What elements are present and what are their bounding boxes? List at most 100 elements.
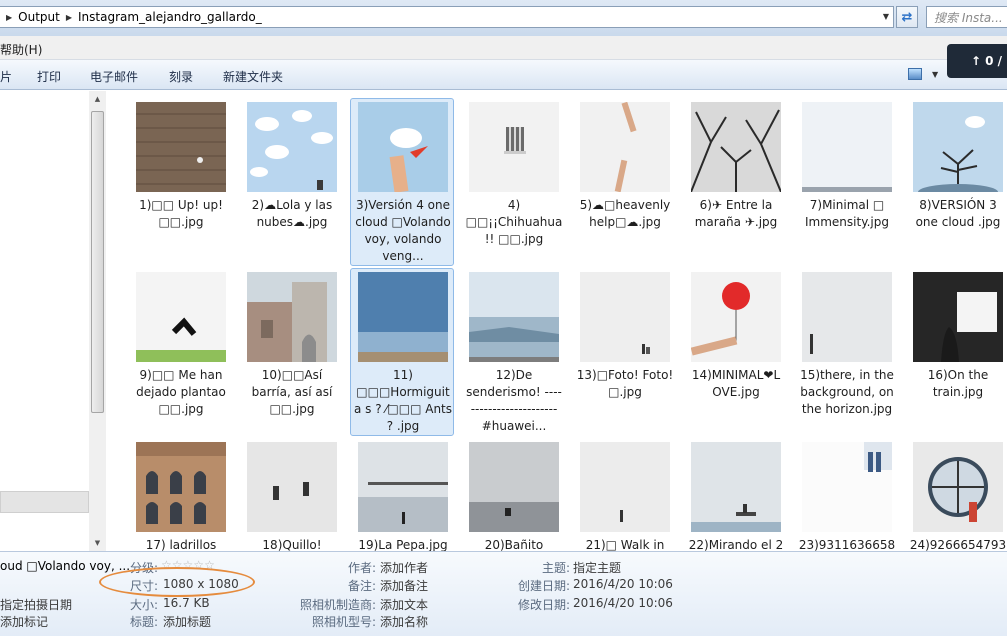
file-name[interactable]: 6)✈ Entre la maraña ✈.jpg <box>686 197 786 231</box>
image-thumbnail[interactable] <box>580 442 670 532</box>
breadcrumb-separator-icon[interactable]: ▶ <box>60 13 78 22</box>
address-history-dropdown-icon[interactable]: ▼ <box>883 12 889 21</box>
image-thumbnail[interactable] <box>913 442 1003 532</box>
image-thumbnail[interactable] <box>580 102 670 192</box>
file-item[interactable]: 4) □□¡¡Chihuahua!! □□.jpg <box>461 98 565 266</box>
image-thumbnail[interactable] <box>691 102 781 192</box>
breadcrumb-output[interactable]: Output <box>18 10 60 24</box>
file-name[interactable]: 19)La Pepa.jpg <box>353 537 453 551</box>
menu-help[interactable]: 帮助(H) <box>0 41 42 58</box>
image-thumbnail[interactable] <box>136 272 226 362</box>
file-item[interactable]: 20)Bañito <box>461 438 565 551</box>
file-item[interactable]: 10)□□Así barría, así así □□.jpg <box>239 268 343 436</box>
file-item[interactable]: 21)□ Walk in <box>572 438 676 551</box>
file-item[interactable]: 14)MINIMAL❤L OVE.jpg <box>683 268 787 436</box>
date-taken-value[interactable]: 指定拍摄日期 <box>0 596 72 613</box>
image-thumbnail[interactable] <box>691 272 781 362</box>
file-name[interactable]: 13)□Foto! Foto!□.jpg <box>575 367 675 401</box>
image-thumbnail[interactable] <box>469 442 559 532</box>
image-thumbnail[interactable] <box>136 102 226 192</box>
image-thumbnail[interactable] <box>469 102 559 192</box>
view-dropdown-icon[interactable]: ▼ <box>932 70 938 79</box>
image-thumbnail[interactable] <box>358 442 448 532</box>
image-thumbnail[interactable] <box>247 102 337 192</box>
search-input[interactable]: 搜索 Insta... <box>926 6 1007 28</box>
file-name[interactable]: 2)☁Lola y las nubes☁.jpg <box>242 197 342 231</box>
image-thumbnail[interactable] <box>580 272 670 362</box>
image-thumbnail[interactable] <box>469 272 559 362</box>
scrollbar-thumb[interactable] <box>91 111 104 413</box>
refresh-button[interactable]: ⇄ <box>896 6 918 28</box>
comments-value[interactable]: 添加备注 <box>380 577 428 594</box>
image-thumbnail[interactable] <box>802 272 892 362</box>
file-item[interactable]: 12)De senderismo! ----------------------… <box>461 268 565 436</box>
image-thumbnail[interactable] <box>913 102 1003 192</box>
author-value[interactable]: 添加作者 <box>380 559 428 576</box>
share-badge[interactable]: ↑ 0 / <box>947 44 1007 78</box>
nav-scrollbar[interactable]: ▲ ▼ <box>89 91 106 551</box>
camera-maker-value[interactable]: 添加文本 <box>380 596 428 613</box>
file-name[interactable]: 17) ladrillos <box>131 537 231 551</box>
image-thumbnail[interactable] <box>802 442 892 532</box>
new-folder-button[interactable]: 新建文件夹 <box>223 68 283 85</box>
burn-button[interactable]: 刻录 <box>169 68 193 85</box>
file-item[interactable]: 18)Quillo! <box>239 438 343 551</box>
image-thumbnail[interactable] <box>358 102 448 192</box>
file-name[interactable]: 9)□□ Me han dejado plantao □□.jpg <box>131 367 231 418</box>
file-item[interactable]: 15)there, in the background, on the hori… <box>794 268 898 436</box>
file-item[interactable]: 11) □□□Hormiguita s ? ⁄□□□ Ants ? .jpg <box>350 268 454 436</box>
file-name[interactable]: 18)Quillo! <box>242 537 342 551</box>
file-name[interactable]: 4) □□¡¡Chihuahua!! □□.jpg <box>464 197 564 248</box>
file-item[interactable]: 8)VERSIÓN 3 one cloud .jpg <box>905 98 1007 266</box>
image-thumbnail[interactable] <box>136 442 226 532</box>
file-name[interactable]: 10)□□Así barría, así así □□.jpg <box>242 367 342 418</box>
tags-value[interactable]: 添加标记 <box>0 613 48 630</box>
file-item[interactable]: 5)☁□heavenly help□☁.jpg <box>572 98 676 266</box>
file-name[interactable]: 7)Minimal □ Immensity.jpg <box>797 197 897 231</box>
toolbar-item-truncated[interactable]: 片 <box>0 68 12 85</box>
file-item[interactable]: 6)✈ Entre la maraña ✈.jpg <box>683 98 787 266</box>
change-view-icon[interactable] <box>908 68 922 80</box>
file-name[interactable]: 16)On the train.jpg <box>908 367 1007 401</box>
email-button[interactable]: 电子邮件 <box>90 68 138 85</box>
file-item[interactable]: 13)□Foto! Foto!□.jpg <box>572 268 676 436</box>
print-button[interactable]: 打印 <box>37 68 61 85</box>
file-name[interactable]: 24)9266654793 <box>908 537 1007 551</box>
file-name[interactable]: 22)Mirando el 2 <box>686 537 786 551</box>
file-name[interactable]: 3)Versión 4 one cloud □Volando voy, vola… <box>353 197 453 265</box>
file-item[interactable]: 7)Minimal □ Immensity.jpg <box>794 98 898 266</box>
file-name[interactable]: 23)9311636658 <box>797 537 897 551</box>
file-item[interactable]: 23)9311636658 <box>794 438 898 551</box>
image-thumbnail[interactable] <box>358 272 448 362</box>
file-item[interactable]: 24)9266654793 <box>905 438 1007 551</box>
file-item[interactable]: 2)☁Lola y las nubes☁.jpg <box>239 98 343 266</box>
scroll-down-icon[interactable]: ▼ <box>89 535 106 551</box>
image-thumbnail[interactable] <box>691 442 781 532</box>
file-item[interactable]: 3)Versión 4 one cloud □Volando voy, vola… <box>350 98 454 266</box>
file-item[interactable]: 17) ladrillos <box>128 438 232 551</box>
file-item[interactable]: 22)Mirando el 2 <box>683 438 787 551</box>
image-thumbnail[interactable] <box>247 442 337 532</box>
file-item[interactable]: 1)□□ Up! up! □□.jpg <box>128 98 232 266</box>
image-thumbnail[interactable] <box>247 272 337 362</box>
file-name[interactable]: 8)VERSIÓN 3 one cloud .jpg <box>908 197 1007 231</box>
breadcrumb-separator-icon[interactable]: ▶ <box>0 13 18 22</box>
navigation-pane[interactable]: ▲ ▼ <box>0 91 106 551</box>
camera-model-value[interactable]: 添加名称 <box>380 613 428 630</box>
image-thumbnail[interactable] <box>913 272 1003 362</box>
address-bar[interactable]: ▶ Output ▶ Instagram_alejandro_gallardo_… <box>0 6 894 28</box>
subject-value[interactable]: 指定主题 <box>573 559 621 576</box>
file-list[interactable]: 1)□□ Up! up! □□.jpg 2)☁Lola y las nubes☁.… <box>107 91 1007 551</box>
file-name[interactable]: 11) □□□Hormiguita s ? ⁄□□□ Ants ? .jpg <box>353 367 453 435</box>
breadcrumb-instagram-folder[interactable]: Instagram_alejandro_gallardo_ <box>78 10 262 24</box>
scroll-up-icon[interactable]: ▲ <box>89 91 106 107</box>
file-name[interactable]: 20)Bañito <box>464 537 564 551</box>
file-item[interactable]: 16)On the train.jpg <box>905 268 1007 436</box>
file-name[interactable]: 21)□ Walk in <box>575 537 675 551</box>
image-thumbnail[interactable] <box>802 102 892 192</box>
file-item[interactable]: 19)La Pepa.jpg <box>350 438 454 551</box>
nav-selected-item[interactable] <box>0 491 89 513</box>
file-name[interactable]: 1)□□ Up! up! □□.jpg <box>131 197 231 231</box>
file-name[interactable]: 12)De senderismo! ----------------------… <box>464 367 564 435</box>
file-item[interactable]: 9)□□ Me han dejado plantao □□.jpg <box>128 268 232 436</box>
